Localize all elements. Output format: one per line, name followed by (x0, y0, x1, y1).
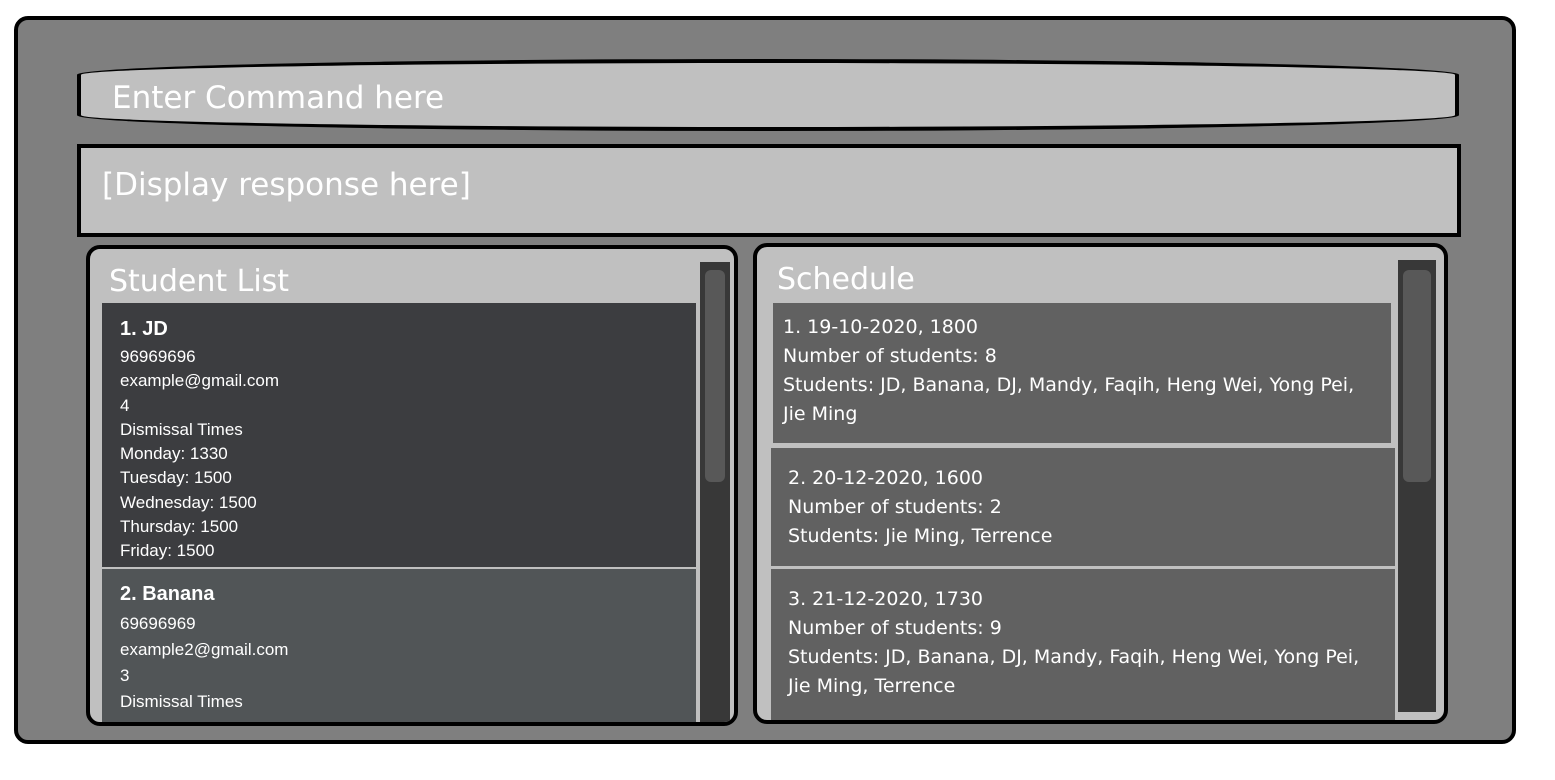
student-count: 4 (120, 395, 130, 415)
dismissal-times-header: Dismissal Times (120, 692, 243, 711)
dismissal-monday: Monday: 1330 (120, 444, 228, 464)
student-name: 2. Banana (120, 583, 215, 605)
dismissal-friday: Friday: 1500 (120, 541, 215, 561)
schedule-entry[interactable]: 3. 21-12-2020, 1730 Number of students: … (771, 569, 1395, 720)
schedule-entry[interactable]: 2. 20-12-2020, 1600 Number of students: … (771, 448, 1395, 566)
schedule-entry-students-cont: Jie Ming, Terrence (788, 675, 956, 697)
schedule-entry-header: 3. 21-12-2020, 1730 (788, 588, 984, 610)
student-phone: 96969696 (120, 347, 196, 366)
schedule-entry-count: Number of students: 2 (788, 496, 1002, 518)
schedule-entry-students: Students: JD, Banana, DJ, Mandy, Faqih, … (788, 646, 1360, 668)
schedule-entry-header: 2. 20-12-2020, 1600 (788, 467, 984, 489)
dismissal-wednesday: Wednesday: 1500 (120, 492, 257, 512)
student-list-title: Student List (109, 264, 290, 299)
student-card[interactable]: 2. Banana 69696969 example2@gmail.com 3 … (102, 569, 696, 722)
student-count: 3 (120, 666, 130, 685)
schedule-scrollbar[interactable] (1398, 260, 1436, 712)
student-phone: 69696969 (120, 614, 196, 633)
schedule-title: Schedule (777, 262, 915, 297)
scrollbar-thumb[interactable] (705, 270, 725, 482)
schedule-entry-students: Students: JD, Banana, DJ, Mandy, Faqih, … (783, 374, 1355, 396)
scrollbar-thumb[interactable] (1403, 270, 1431, 482)
student-list-panel: Student List 1. JD 96969696 example@gmai… (86, 245, 738, 726)
response-text: [Display response here] (102, 167, 471, 203)
command-placeholder: Enter Command here (112, 80, 445, 116)
schedule-entry-students: Students: Jie Ming, Terrence (788, 525, 1053, 547)
student-list-scrollbar[interactable] (700, 262, 730, 722)
schedule-entry[interactable]: 1. 19-10-2020, 1800 Number of students: … (773, 303, 1391, 443)
student-name: 1. JD (120, 318, 168, 340)
student-email: example2@gmail.com (120, 640, 289, 659)
schedule-panel: Schedule 1. 19-10-2020, 1800 Number of s… (753, 243, 1448, 724)
schedule-entry-count: Number of students: 8 (783, 345, 997, 367)
dismissal-tuesday: Tuesday: 1500 (120, 468, 232, 488)
dismissal-times-header: Dismissal Times (120, 419, 243, 439)
schedule-entry-students-cont: Jie Ming (783, 403, 858, 425)
dismissal-thursday: Thursday: 1500 (120, 517, 239, 537)
student-card[interactable]: 1. JD 96969696 example@gmail.com 4 Dismi… (102, 303, 696, 567)
student-email: example@gmail.com (120, 371, 279, 391)
schedule-entry-count: Number of students: 9 (788, 617, 1002, 639)
schedule-entry-header: 1. 19-10-2020, 1800 (783, 316, 979, 338)
